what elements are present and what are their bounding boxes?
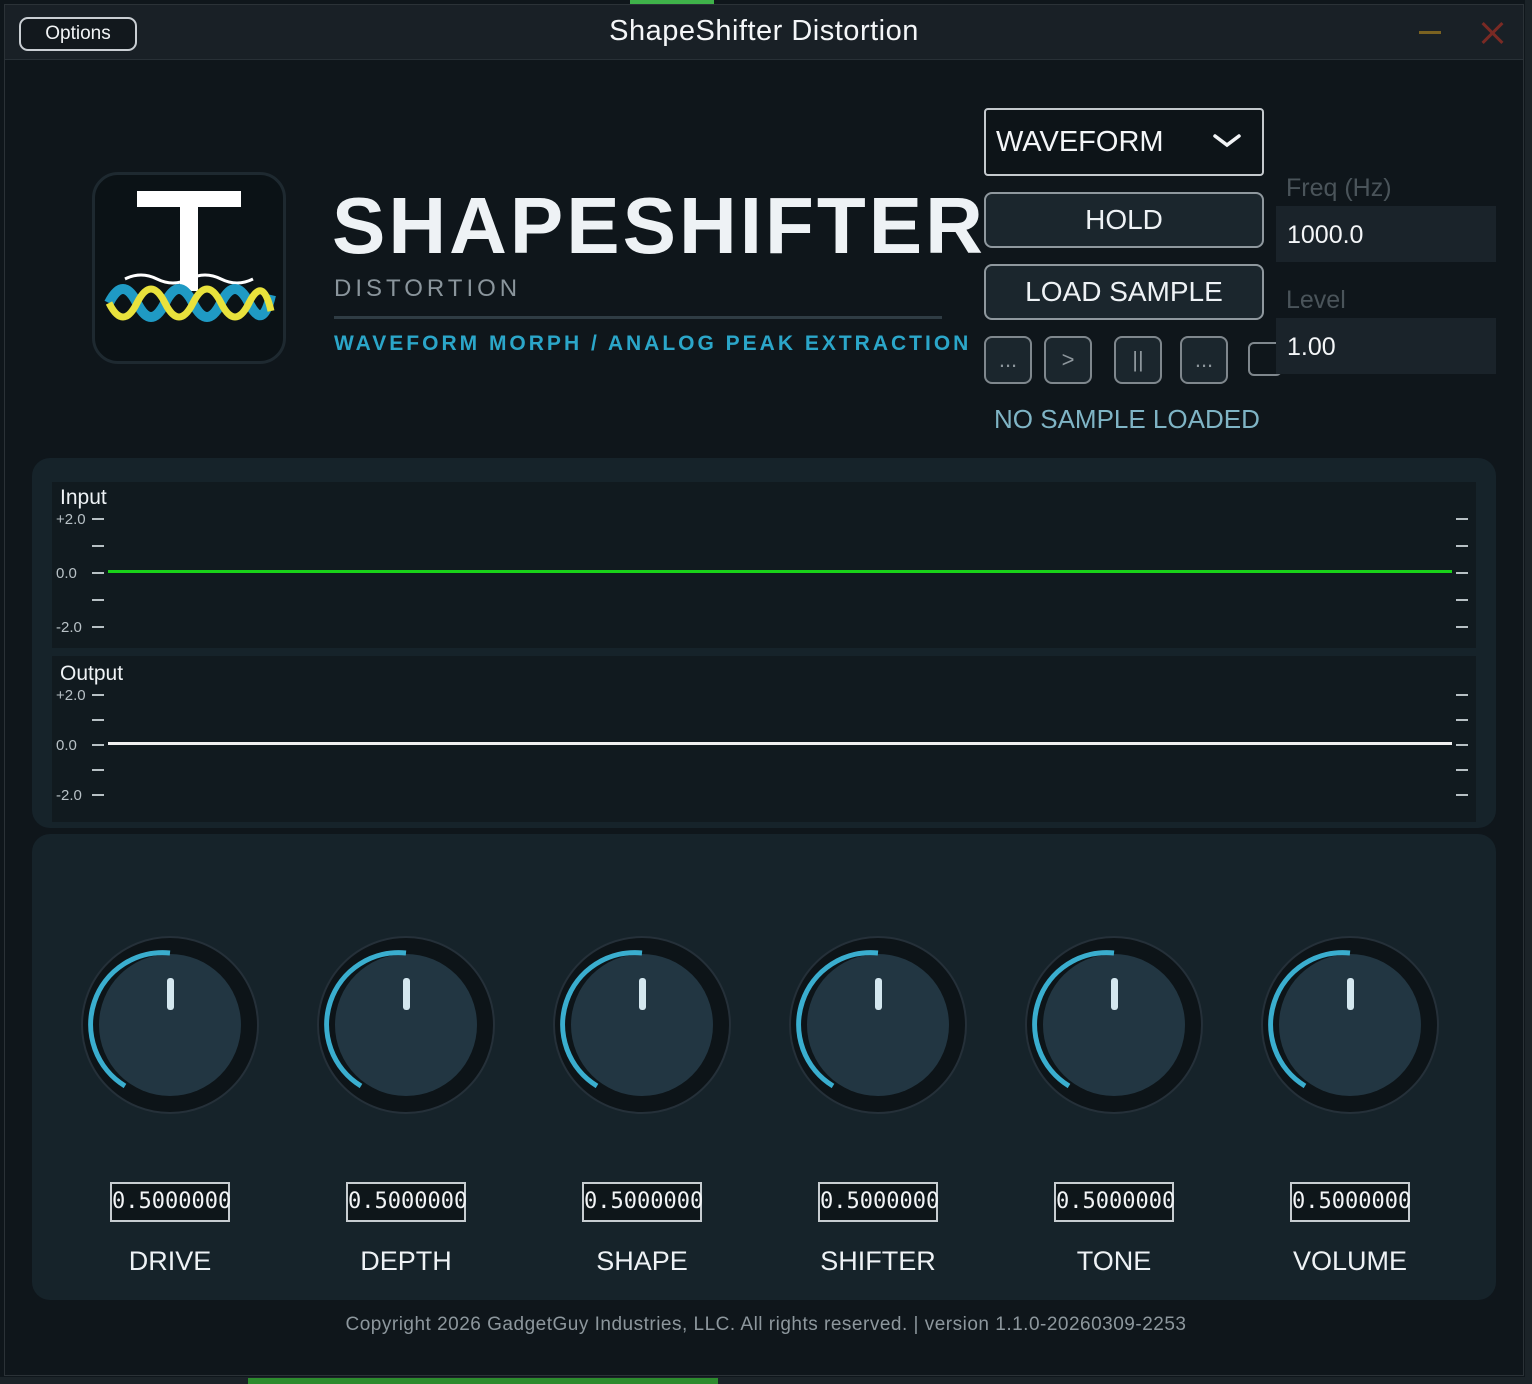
drive-knob[interactable]	[81, 936, 259, 1114]
output-scope-title: Output	[60, 662, 124, 685]
output-trace	[108, 742, 1452, 745]
output-tick-right	[1456, 769, 1468, 771]
knob-arc	[88, 950, 171, 1089]
window-edge-right	[1525, 0, 1532, 1384]
drive-label: DRIVE	[128, 1246, 212, 1276]
volume-knob[interactable]	[1261, 936, 1439, 1114]
drive-value-field[interactable]: 0.5000000	[110, 1182, 231, 1222]
knob-arc	[1268, 950, 1351, 1089]
copyright-footer: Copyright 2026 GadgetGuy Industries, LLC…	[345, 1314, 1187, 1335]
input-tick-right	[1456, 626, 1468, 628]
output-tick-right	[1456, 744, 1468, 746]
input-tick-right	[1456, 545, 1468, 547]
knob-pointer	[1347, 978, 1354, 1010]
depth-label: DEPTH	[360, 1246, 452, 1276]
background-app-strip	[630, 0, 714, 4]
title-bar: Options ShapeShifter Distortion	[5, 5, 1523, 60]
output-tick-right	[1456, 794, 1468, 796]
knob-pointer	[1111, 978, 1118, 1010]
source-select-value: WAVEFORM	[996, 126, 1164, 158]
depth-knob[interactable]	[317, 936, 495, 1114]
input-tick-left	[92, 626, 104, 628]
input-tick-right	[1456, 572, 1468, 574]
background-app-strip	[248, 1378, 718, 1384]
input-scope-title: Input	[60, 486, 107, 509]
window-title: ShapeShifter Distortion	[609, 15, 919, 47]
knob-arc	[560, 950, 643, 1089]
chevron-down-icon	[1213, 134, 1241, 148]
depth-value-field[interactable]: 0.5000000	[346, 1182, 467, 1222]
output-tick-left	[92, 769, 104, 771]
volume-value-field[interactable]: 0.5000000	[1290, 1182, 1411, 1222]
transport-prev-button[interactable]: ...	[984, 336, 1032, 384]
minimize-icon[interactable]	[1419, 31, 1441, 34]
output-tick-right	[1456, 719, 1468, 721]
freq-label: Freq (Hz)	[1286, 174, 1392, 202]
knob-arc	[1032, 950, 1115, 1089]
output-tick-right	[1456, 694, 1468, 696]
input-axis-min: -2.0	[56, 619, 82, 636]
sample-status: NO SAMPLE LOADED	[994, 404, 1260, 434]
knob-pointer	[167, 978, 174, 1010]
shape-knob[interactable]	[553, 936, 731, 1114]
input-axis-max: +2.0	[56, 511, 86, 528]
close-icon[interactable]	[1477, 19, 1507, 49]
input-tick-left	[92, 545, 104, 547]
input-scope	[52, 482, 1476, 648]
load-sample-button[interactable]: LOAD SAMPLE	[984, 264, 1264, 320]
brand-divider	[334, 316, 942, 319]
input-tick-right	[1456, 599, 1468, 601]
window-edge-bottom	[0, 1377, 1525, 1384]
output-tick-left	[92, 694, 104, 696]
play-button[interactable]: >	[1044, 336, 1092, 384]
brand-tagline: WAVEFORM MORPH / ANALOG PEAK EXTRACTION	[334, 332, 972, 355]
input-tick-left	[92, 572, 104, 574]
level-label: Level	[1286, 286, 1346, 314]
output-tick-left	[92, 719, 104, 721]
input-tick-right	[1456, 518, 1468, 520]
knob-pointer	[403, 978, 410, 1010]
output-tick-left	[92, 794, 104, 796]
shifter-knob[interactable]	[789, 936, 967, 1114]
output-axis-min: -2.0	[56, 787, 82, 804]
tone-label: TONE	[1076, 1246, 1152, 1276]
shape-value-field[interactable]: 0.5000000	[582, 1182, 703, 1222]
shifter-label: SHIFTER	[820, 1246, 936, 1276]
knob-pointer	[875, 978, 882, 1010]
tone-value-field[interactable]: 0.5000000	[1054, 1182, 1175, 1222]
output-scope	[52, 656, 1476, 822]
level-input[interactable]: 1.00	[1276, 318, 1496, 374]
source-select[interactable]: WAVEFORM	[984, 108, 1264, 176]
transport-next-button[interactable]: ...	[1180, 336, 1228, 384]
freq-input[interactable]: 1000.0	[1276, 206, 1496, 262]
knob-pointer	[639, 978, 646, 1010]
hold-button[interactable]: HOLD	[984, 192, 1264, 248]
knob-arc	[324, 950, 407, 1089]
volume-label: VOLUME	[1292, 1246, 1408, 1276]
shifter-value-field[interactable]: 0.5000000	[818, 1182, 939, 1222]
brand-title: SHAPESHIFTER	[332, 181, 986, 270]
tone-knob[interactable]	[1025, 936, 1203, 1114]
output-axis-zero: 0.0	[56, 737, 77, 754]
app-logo	[92, 172, 286, 364]
output-axis-max: +2.0	[56, 687, 86, 704]
output-tick-left	[92, 744, 104, 746]
shape-label: SHAPE	[596, 1246, 688, 1276]
input-tick-left	[92, 599, 104, 601]
input-trace	[108, 570, 1452, 573]
brand-subtitle: DISTORTION	[334, 275, 522, 302]
input-tick-left	[92, 518, 104, 520]
input-axis-zero: 0.0	[56, 565, 77, 582]
logo-icon	[104, 191, 276, 322]
pause-button[interactable]: ||	[1114, 336, 1162, 384]
knob-arc	[796, 950, 879, 1089]
